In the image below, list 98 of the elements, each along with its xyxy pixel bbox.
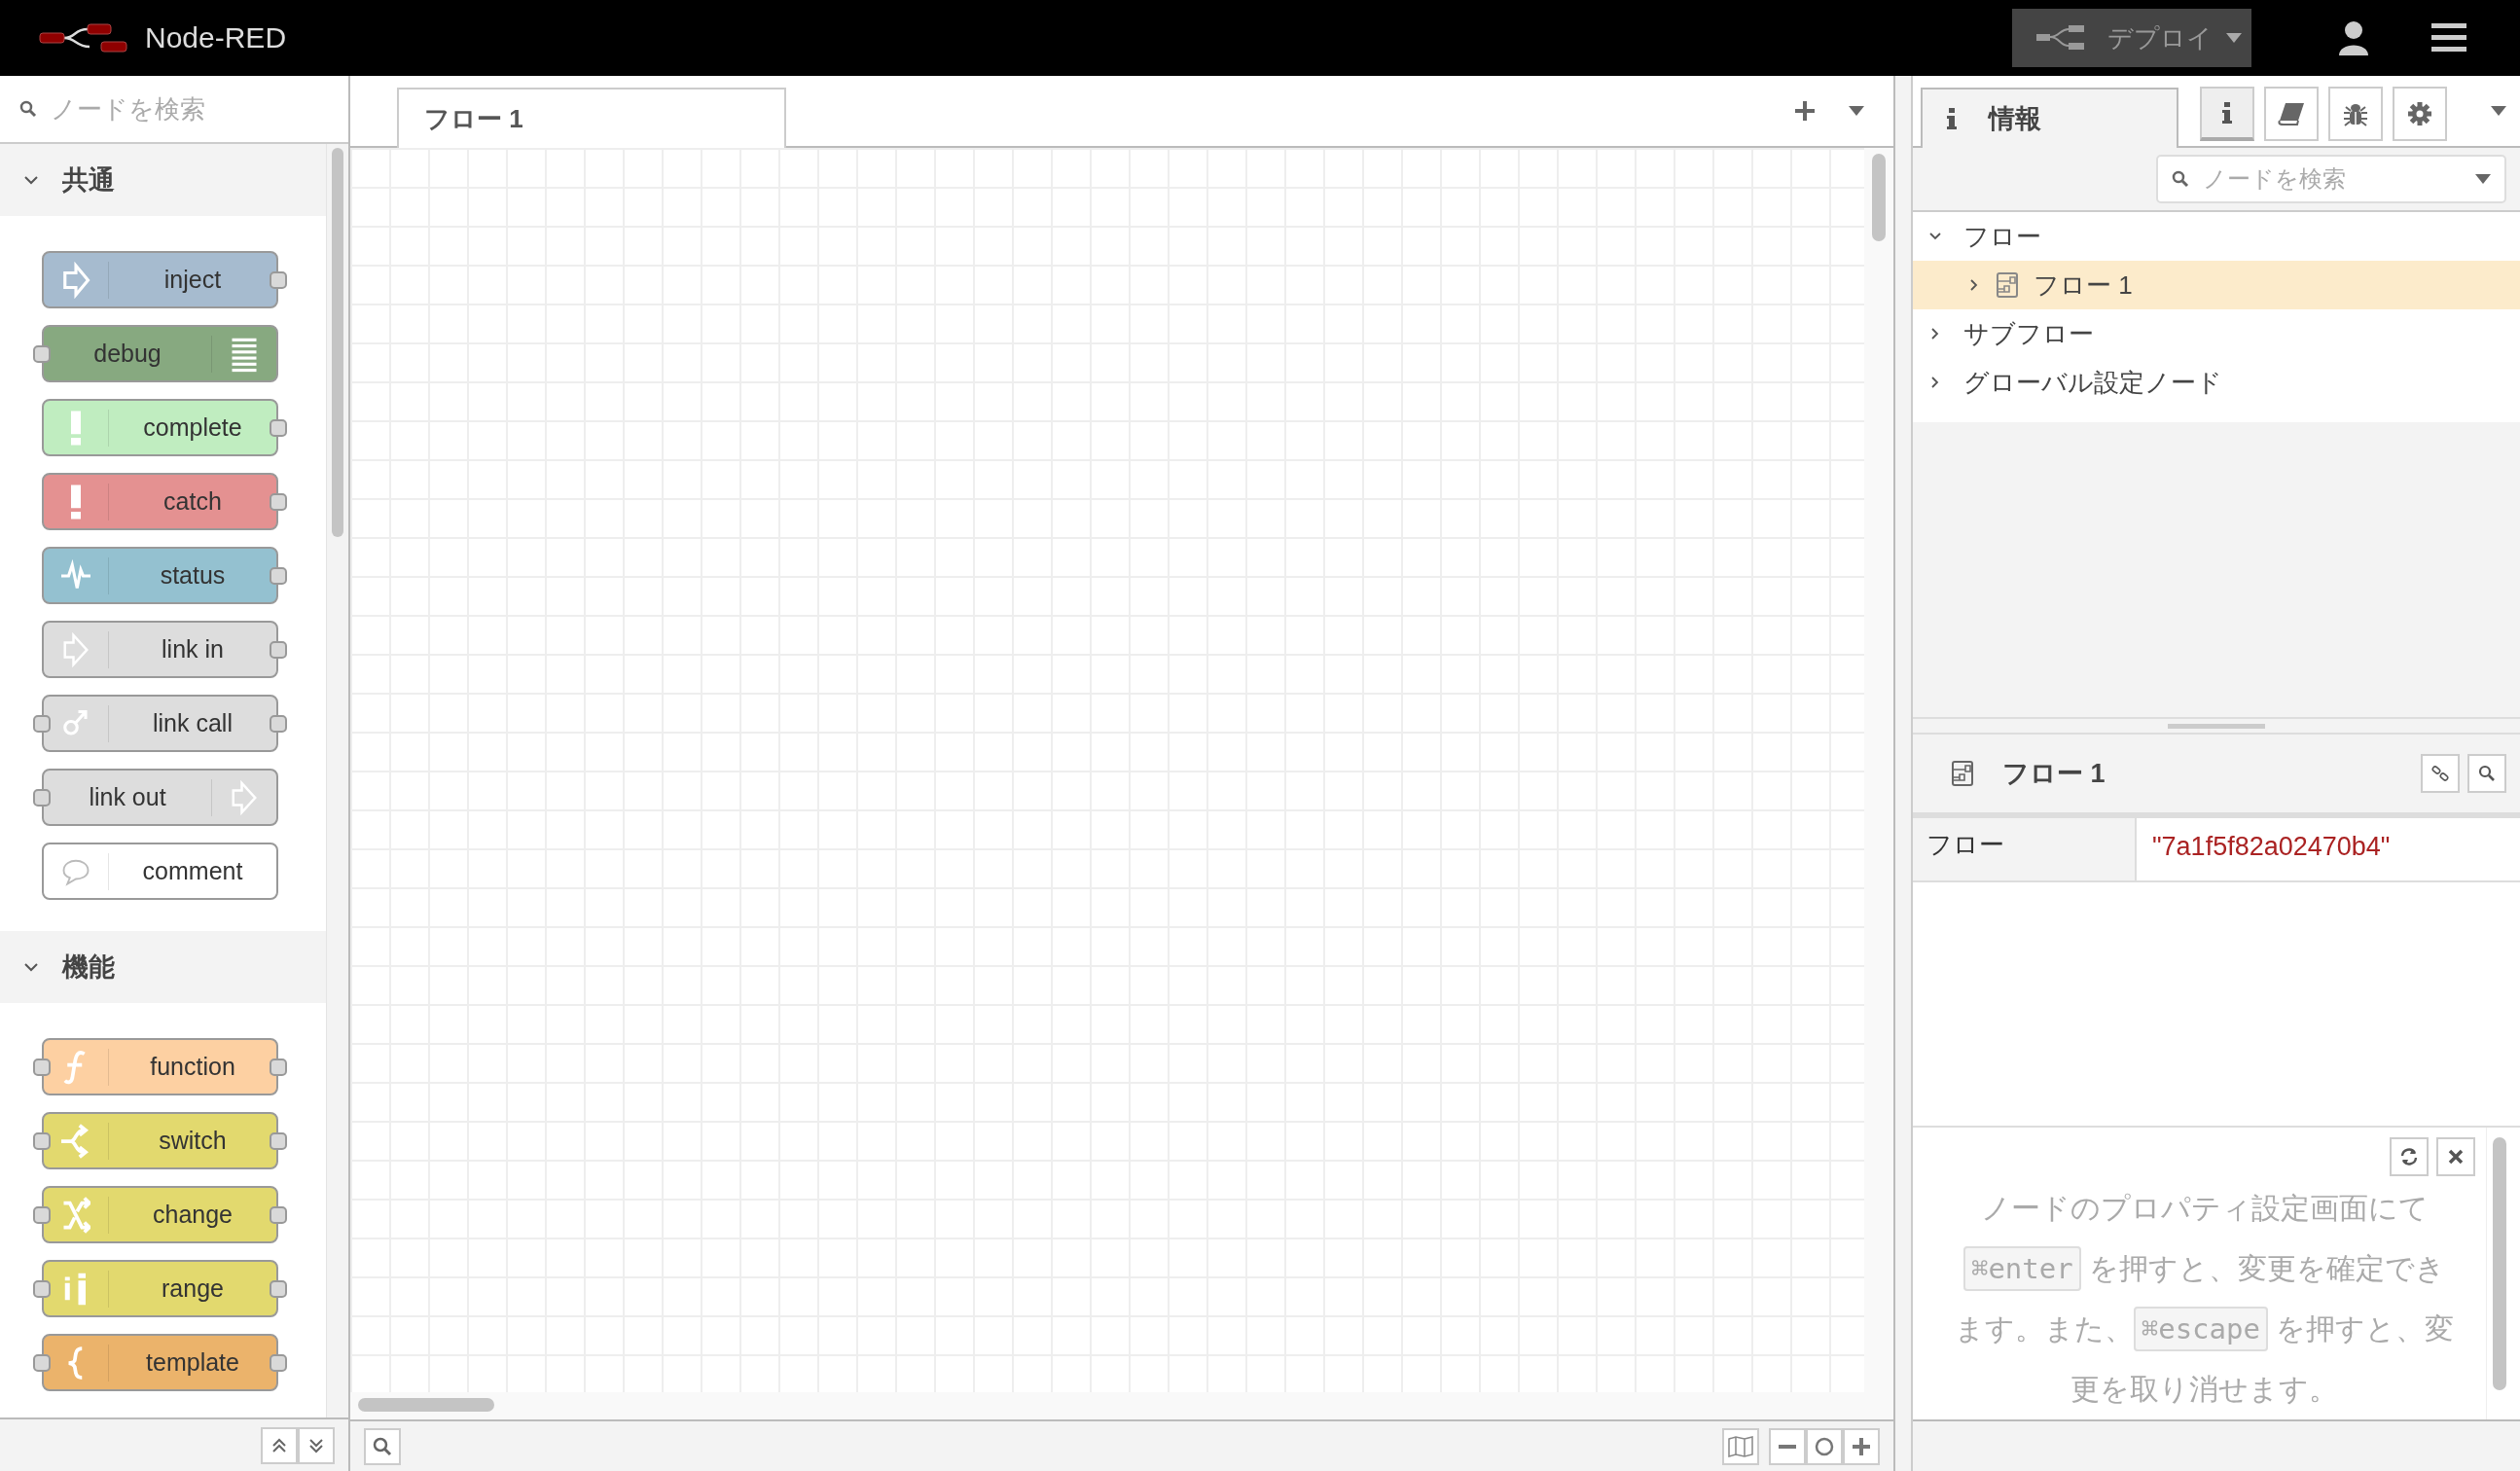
expand-all-button[interactable] — [298, 1426, 335, 1464]
output-port[interactable] — [270, 418, 287, 437]
zoom-in-button[interactable] — [1843, 1427, 1880, 1465]
palette-node[interactable]: template — [42, 1334, 278, 1391]
sidebar-tab[interactable]: 情報 — [1921, 88, 2178, 148]
output-port[interactable] — [270, 1058, 287, 1076]
refresh-icon — [2399, 1147, 2419, 1166]
circle-icon — [1815, 1436, 1834, 1456]
close-icon — [2448, 1149, 2464, 1165]
tree-item[interactable]: フロー — [1913, 212, 2520, 261]
flow-icon — [1997, 272, 2018, 298]
search-icon — [19, 100, 37, 118]
link-button[interactable] — [2421, 754, 2460, 793]
resize-handle[interactable] — [2168, 723, 2265, 729]
palette-node[interactable]: inject — [42, 251, 278, 308]
input-port[interactable] — [33, 1058, 51, 1076]
details-title: フロー 1 — [2002, 758, 2106, 790]
refresh-button[interactable] — [2390, 1137, 2429, 1176]
search-field[interactable]: ノードを検索 — [2156, 155, 2506, 203]
collapse-all-button[interactable] — [261, 1426, 298, 1464]
palette-node[interactable]: function — [42, 1038, 278, 1095]
flow-icon — [1952, 761, 1973, 786]
palette-node[interactable]: comment — [42, 843, 278, 900]
info-tab-button[interactable] — [2200, 87, 2254, 141]
caret-icon[interactable] — [2226, 33, 2242, 43]
palette-node[interactable]: catch — [42, 473, 278, 530]
map-button[interactable] — [1722, 1427, 1759, 1465]
plus-icon — [1852, 1436, 1871, 1456]
input-port[interactable] — [33, 1131, 51, 1150]
search-icon — [2478, 765, 2496, 782]
tree-item[interactable]: グローバル設定ノード — [1913, 358, 2520, 407]
bug-icon — [2343, 101, 2368, 126]
user-icon[interactable] — [2338, 20, 2369, 55]
input-port[interactable] — [33, 1279, 51, 1298]
close-button[interactable] — [2436, 1137, 2475, 1176]
palette-node[interactable]: switch — [42, 1112, 278, 1169]
palette-node[interactable]: debug — [42, 325, 278, 382]
double-chevron-up-icon — [271, 1437, 287, 1453]
double-chevron-down-icon — [308, 1437, 324, 1453]
bug-tab-button[interactable] — [2328, 87, 2383, 141]
search-field[interactable]: ノードを検索 — [49, 92, 329, 126]
caret-icon[interactable] — [1849, 106, 1864, 116]
settings-icon — [2407, 101, 2432, 126]
search-icon — [373, 1436, 392, 1456]
palette-node[interactable]: link call — [42, 695, 278, 752]
zoom-reset-button[interactable] — [1806, 1427, 1843, 1465]
category-header[interactable]: 機能 — [0, 931, 326, 1003]
palette-node[interactable]: status — [42, 547, 278, 604]
caret-icon — [2475, 174, 2491, 184]
output-port[interactable] — [270, 1205, 287, 1224]
input-port[interactable] — [33, 788, 51, 807]
app-title: Node-RED — [145, 21, 287, 54]
tree-item[interactable]: フロー 1 — [1913, 261, 2520, 309]
link-icon — [2431, 765, 2449, 782]
palette-node[interactable]: link in — [42, 621, 278, 678]
palette-node[interactable]: change — [42, 1186, 278, 1243]
scrollbar-thumb[interactable] — [332, 148, 343, 537]
search-input[interactable]: ノードを検索 — [2201, 164, 2464, 194]
chevron-icon — [23, 962, 39, 972]
output-port[interactable] — [270, 640, 287, 659]
book-icon — [2278, 102, 2305, 126]
caret-icon[interactable] — [2491, 106, 2506, 116]
info-icon — [1946, 108, 1958, 129]
flow-tab[interactable]: フロー 1 — [397, 88, 786, 148]
add-icon[interactable] — [1794, 100, 1816, 122]
scrollbar-thumb[interactable] — [358, 1398, 494, 1412]
output-port[interactable] — [270, 1353, 287, 1372]
resize-bar[interactable] — [1893, 76, 1913, 1471]
output-port[interactable] — [270, 714, 287, 733]
output-port[interactable] — [270, 1131, 287, 1150]
menu-icon[interactable] — [2431, 23, 2466, 53]
output-port[interactable] — [270, 566, 287, 585]
chevron-icon — [23, 175, 39, 185]
palette-node[interactable]: range — [42, 1260, 278, 1317]
property-value: "7a1f5f82a02470b4" — [2137, 818, 2520, 880]
input-port[interactable] — [33, 1205, 51, 1224]
category-header[interactable]: 共通 — [0, 144, 326, 216]
search-button[interactable] — [364, 1427, 401, 1465]
input-port[interactable] — [33, 344, 51, 363]
zoom-out-button[interactable] — [1769, 1427, 1806, 1465]
minus-icon — [1778, 1444, 1797, 1449]
book-tab-button[interactable] — [2264, 87, 2319, 141]
input-port[interactable] — [33, 1353, 51, 1372]
search-button[interactable] — [2467, 754, 2506, 793]
palette-node[interactable]: link out — [42, 769, 278, 826]
map-icon — [1728, 1435, 1753, 1457]
output-port[interactable] — [270, 1279, 287, 1298]
input-port[interactable] — [33, 714, 51, 733]
output-port[interactable] — [270, 270, 287, 289]
scrollbar-thumb[interactable] — [1872, 154, 1886, 241]
info-icon — [2221, 102, 2233, 124]
gear-tab-button[interactable] — [2393, 87, 2447, 141]
output-port[interactable] — [270, 492, 287, 511]
tip-text: ノードのプロパティ設定画面にて ⌘enter を押すと、変更を確定できます。また、 ⌘escape を押すと、変更を取り消せます。 — [1953, 1191, 2456, 1407]
search-icon — [2172, 170, 2189, 188]
scrollbar-thumb[interactable] — [2493, 1137, 2506, 1390]
tree-item[interactable]: サブフロー — [1913, 309, 2520, 358]
palette-node[interactable]: complete — [42, 399, 278, 456]
